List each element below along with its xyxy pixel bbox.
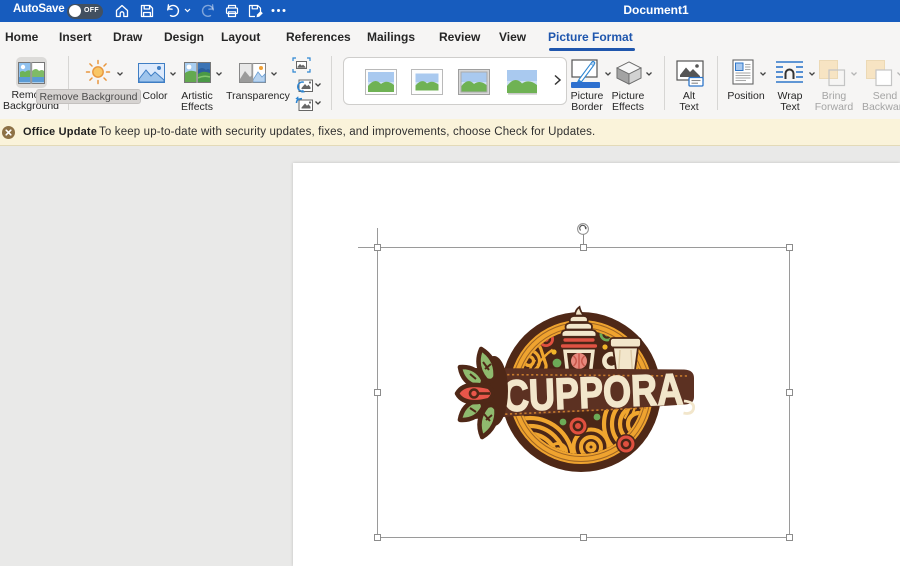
svg-text:CUPPORA: CUPPORA: [502, 365, 684, 421]
